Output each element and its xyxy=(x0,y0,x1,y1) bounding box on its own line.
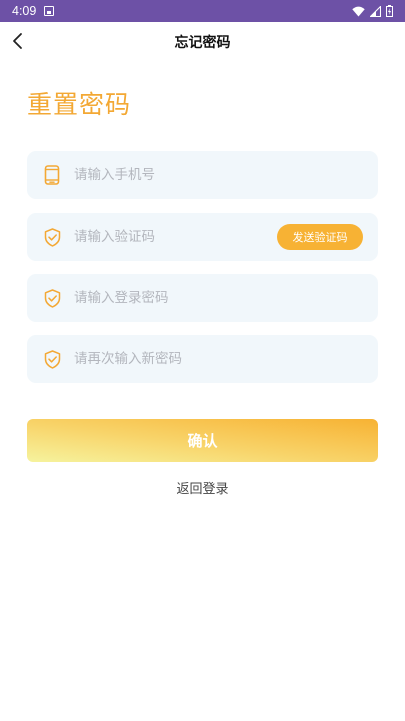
login-password-input[interactable] xyxy=(74,290,264,306)
wifi-icon xyxy=(352,6,365,16)
confirm-button[interactable]: 确认 xyxy=(27,419,378,462)
phone-field xyxy=(27,151,378,199)
verification-code-input[interactable] xyxy=(74,229,264,245)
shield-check-icon xyxy=(43,227,61,247)
status-icons xyxy=(352,5,393,17)
reset-password-heading: 重置密码 xyxy=(27,90,132,119)
page-title: 忘记密码 xyxy=(174,35,231,51)
login-password-field xyxy=(27,274,378,322)
nav-bar: 忘记密码 xyxy=(0,22,405,60)
status-bar: 4:09 xyxy=(0,0,405,22)
battery-charging-icon xyxy=(386,5,393,17)
confirm-password-input[interactable] xyxy=(74,351,264,367)
verification-code-field: 发送验证码 xyxy=(27,213,378,261)
phone-input[interactable] xyxy=(74,167,264,183)
back-to-login-link[interactable]: 返回登录 xyxy=(0,478,405,497)
notification-icon xyxy=(44,6,55,16)
shield-check-icon xyxy=(43,288,61,308)
confirm-password-field xyxy=(27,335,378,383)
signal-icon xyxy=(370,5,381,17)
phone-icon xyxy=(43,165,61,185)
status-time: 4:09 xyxy=(12,4,37,18)
send-code-button[interactable]: 发送验证码 xyxy=(277,224,363,250)
shield-check-icon xyxy=(43,349,61,369)
